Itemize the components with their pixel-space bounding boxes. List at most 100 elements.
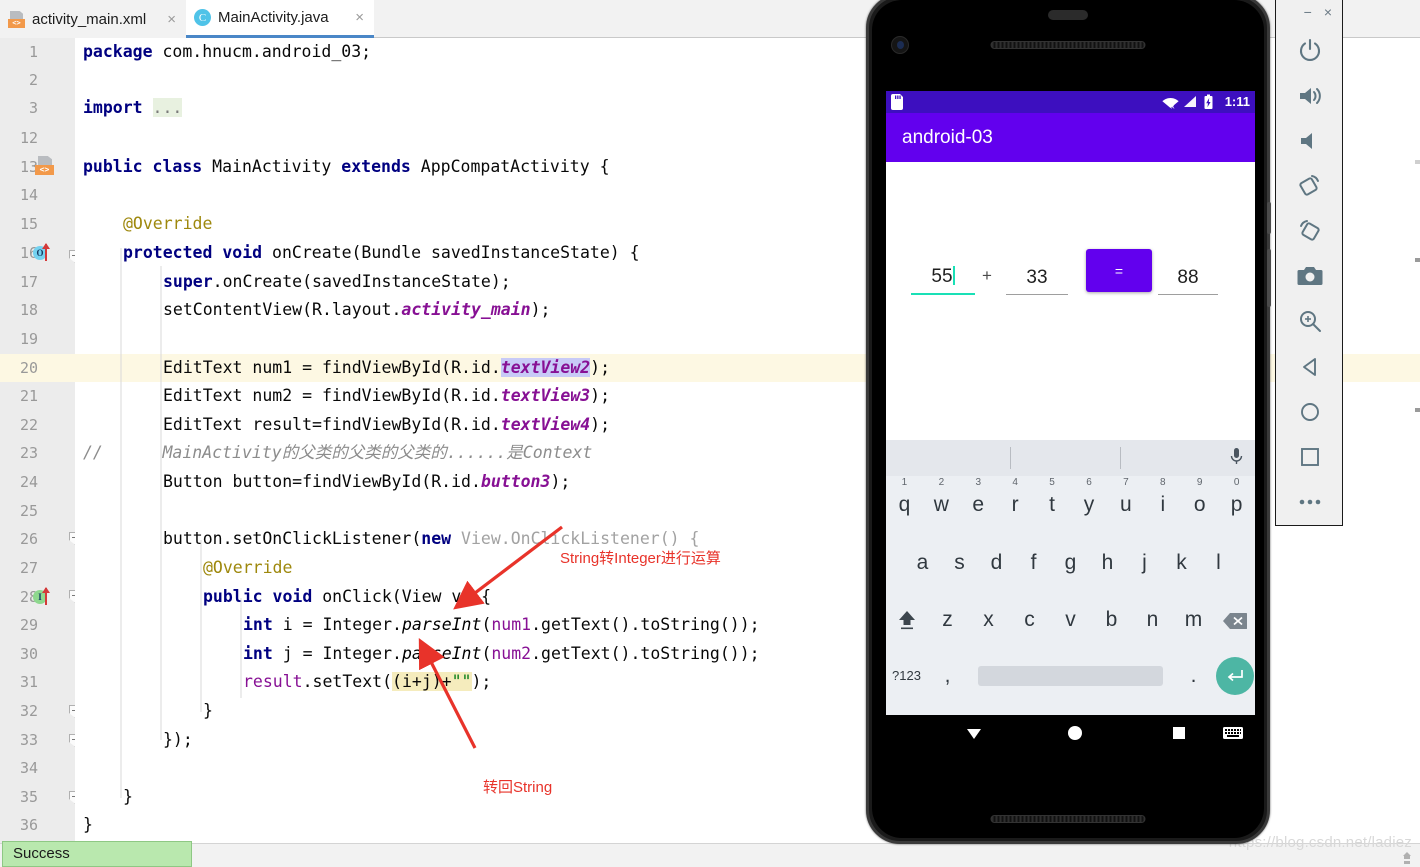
app-bar-title: android-03 xyxy=(902,126,993,148)
key-e[interactable]: 3e xyxy=(960,477,997,528)
rotate-left-button[interactable] xyxy=(1276,163,1344,208)
key-n[interactable]: n xyxy=(1132,597,1173,643)
rotate-right-button[interactable] xyxy=(1276,208,1344,253)
period-key[interactable]: . xyxy=(1173,653,1214,699)
nav-recents-icon[interactable] xyxy=(1169,724,1189,749)
app-content[interactable]: 55 + 33 = 88 xyxy=(886,162,1255,440)
app-bar: android-03 xyxy=(886,113,1255,162)
tab-mainactivity-java[interactable]: C MainActivity.java × xyxy=(186,0,374,38)
key-y[interactable]: 6y xyxy=(1071,477,1108,528)
key-h[interactable]: h xyxy=(1089,540,1126,586)
enter-key[interactable] xyxy=(1214,653,1255,699)
key-l[interactable]: l xyxy=(1200,540,1237,586)
key-q[interactable]: 1q xyxy=(886,477,923,528)
key-o[interactable]: 9o xyxy=(1181,477,1218,528)
key-g[interactable]: g xyxy=(1052,540,1089,586)
android-emulator-window[interactable]: x 1:11 android-03 55 + 33 = 88 1 q 2 w 3… xyxy=(866,0,1271,848)
code-line-35: } xyxy=(123,787,133,806)
num1-edittext[interactable]: 55 xyxy=(911,266,975,295)
enter-icon xyxy=(1227,670,1243,682)
symbols-key[interactable]: ?123 xyxy=(886,653,927,699)
line-number: 3 xyxy=(28,99,38,117)
nav-back-icon[interactable] xyxy=(964,724,984,749)
space-key[interactable] xyxy=(968,653,1173,699)
microphone-icon[interactable] xyxy=(1230,448,1243,468)
overview-button[interactable] xyxy=(1276,434,1344,479)
power-button[interactable] xyxy=(1276,28,1344,73)
soft-keyboard[interactable]: 1q 2w 3e 4r 5t 6y 7u 8i 9o 0p a s d f g … xyxy=(886,440,1255,715)
key-r[interactable]: 4r xyxy=(997,477,1034,528)
android-navigation-bar[interactable] xyxy=(886,715,1255,753)
key-x[interactable]: x xyxy=(968,597,1009,643)
home-button[interactable] xyxy=(1276,389,1344,434)
result-edittext[interactable]: 88 xyxy=(1158,267,1218,295)
key-i[interactable]: 8i xyxy=(1144,477,1181,528)
line-number: 20 xyxy=(19,359,38,377)
code-line-23: // MainActivity的父类的父类的父类的......是Context xyxy=(83,443,593,462)
more-button[interactable] xyxy=(1276,479,1344,524)
operator-label: + xyxy=(982,266,992,285)
key-m[interactable]: m xyxy=(1173,597,1214,643)
shift-icon xyxy=(898,611,915,630)
key-k[interactable]: k xyxy=(1163,540,1200,586)
earpiece-speaker xyxy=(990,41,1146,49)
key-p[interactable]: 0p xyxy=(1218,477,1255,528)
equals-button[interactable]: = xyxy=(1086,249,1152,292)
key-a[interactable]: a xyxy=(904,540,941,586)
shift-key[interactable] xyxy=(886,597,927,643)
battery-charging-icon xyxy=(1204,94,1213,109)
screenshot-root: <> activity_main.xml × C MainActivity.ja… xyxy=(0,0,1420,867)
gutter-override-marker-icon[interactable]: O xyxy=(33,243,55,263)
key-t[interactable]: 5t xyxy=(1034,477,1071,528)
power-side-button[interactable] xyxy=(1267,202,1271,234)
code-line-27: @Override xyxy=(203,558,293,577)
volume-down-button[interactable] xyxy=(1276,118,1344,163)
line-number: 32 xyxy=(19,702,38,720)
line-number: 1 xyxy=(28,43,38,61)
zoom-button[interactable] xyxy=(1276,298,1344,343)
close-button[interactable]: × xyxy=(1324,4,1332,24)
emulator-toolbar[interactable]: − × xyxy=(1275,0,1343,526)
key-f[interactable]: f xyxy=(1015,540,1052,586)
tab-close-icon[interactable]: × xyxy=(349,10,364,25)
comma-key[interactable]: , xyxy=(927,653,968,699)
volume-side-button[interactable] xyxy=(1267,249,1271,307)
num2-edittext[interactable]: 33 xyxy=(1006,267,1068,295)
screenshot-button[interactable] xyxy=(1276,253,1344,298)
tab-activity-main-xml[interactable]: <> activity_main.xml × xyxy=(0,0,186,38)
key-s[interactable]: s xyxy=(941,540,978,586)
scrollbar-mark[interactable] xyxy=(1415,160,1420,164)
line-number: 36 xyxy=(19,816,38,834)
minimize-button[interactable]: − xyxy=(1304,4,1312,24)
scrollbar-mark[interactable] xyxy=(1415,408,1420,412)
key-u[interactable]: 7u xyxy=(1107,477,1144,528)
back-button[interactable] xyxy=(1276,344,1344,389)
line-number: 14 xyxy=(19,186,38,204)
key-c[interactable]: c xyxy=(1009,597,1050,643)
key-v[interactable]: v xyxy=(1050,597,1091,643)
key-b[interactable]: b xyxy=(1091,597,1132,643)
key-w[interactable]: 2w xyxy=(923,477,960,528)
tab-close-icon[interactable]: × xyxy=(161,12,176,27)
gutter-xml-marker-icon[interactable]: <> xyxy=(35,156,54,175)
key-d[interactable]: d xyxy=(978,540,1015,586)
key-z[interactable]: z xyxy=(927,597,968,643)
gutter-implement-marker-icon[interactable]: I xyxy=(33,587,55,607)
key-j[interactable]: j xyxy=(1126,540,1163,586)
line-number: 34 xyxy=(19,759,38,777)
keyboard-suggestion-bar[interactable] xyxy=(886,440,1255,476)
code-line-24: Button button=findViewById(R.id.button3)… xyxy=(163,472,571,491)
text-caret xyxy=(952,266,955,285)
nav-keyboard-icon[interactable] xyxy=(1222,724,1244,747)
nav-home-icon[interactable] xyxy=(1065,724,1085,749)
emulator-window-controls: − × xyxy=(1276,4,1342,24)
scrollbar-mark[interactable] xyxy=(1415,258,1420,262)
editor-gutter[interactable]: 1 2 3 12 13 14 15 16 17 18 19 20 21 22 2… xyxy=(0,38,87,867)
backspace-key[interactable] xyxy=(1214,597,1255,643)
volume-up-button[interactable] xyxy=(1276,73,1344,118)
annotation-parse-int: String转Integer进行运算 xyxy=(560,550,721,567)
line-number: 15 xyxy=(19,215,38,233)
device-screen[interactable]: x 1:11 android-03 55 + 33 = 88 1 q 2 w 3… xyxy=(886,91,1255,715)
wifi-off-icon: x xyxy=(1162,98,1179,109)
sdcard-icon xyxy=(891,94,903,110)
